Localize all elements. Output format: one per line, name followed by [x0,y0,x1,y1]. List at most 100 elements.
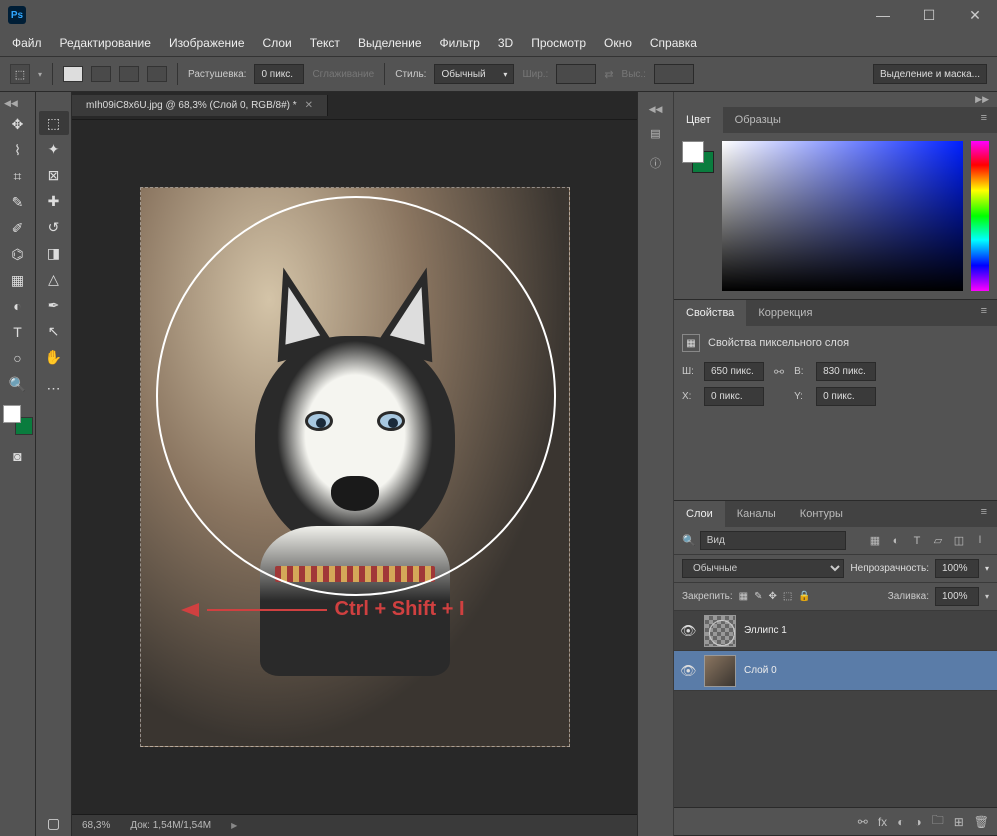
dots-tool-icon[interactable]: ⋯ [39,376,69,400]
opacity-input[interactable]: 100% [935,559,979,578]
layer-thumbnail[interactable] [704,615,736,647]
filter-shape-icon[interactable]: ▱ [929,532,947,550]
maximize-button[interactable]: ☐ [915,7,943,24]
selection-subtract-icon[interactable] [119,66,139,82]
color-panel-swatches[interactable] [682,141,714,173]
layers-panel-menu-icon[interactable]: ≡ [971,501,997,527]
menu-help[interactable]: Справка [642,32,705,54]
filter-smart-icon[interactable]: ◫ [950,532,968,550]
dodge-tool-icon[interactable]: ◐ [3,294,33,318]
hue-slider[interactable] [971,141,989,291]
menu-3d[interactable]: 3D [490,32,521,54]
history-panel-icon[interactable]: ▤ [642,119,670,147]
tab-close-icon[interactable]: ✕ [305,100,313,111]
canvas-viewport[interactable]: Ctrl + Shift + I [72,120,637,814]
menu-window[interactable]: Окно [596,32,640,54]
layer-name[interactable]: Эллипс 1 [744,625,787,636]
filter-adjust-icon[interactable]: ◐ [887,532,905,550]
link-layers-icon[interactable]: ⚯ [858,815,868,829]
info-panel-icon[interactable]: ⓘ [642,149,670,177]
color-swatches[interactable] [3,405,33,435]
layer-mask-icon[interactable]: ◐ [897,815,904,829]
quickmask-icon[interactable]: ◙ [3,444,33,468]
eyedropper-tool-icon[interactable]: ✎ [3,190,33,214]
history-brush-tool-icon[interactable]: ↺ [39,215,69,239]
visibility-icon[interactable]: 👁 [680,623,696,639]
type-tool-icon[interactable]: T [3,320,33,344]
visibility-icon[interactable]: 👁 [680,663,696,679]
layer-row[interactable]: 👁 Слой 0 [674,651,997,691]
link-wh-icon[interactable]: ⚯ [770,365,788,379]
layer-name[interactable]: Слой 0 [744,665,777,676]
filter-pixel-icon[interactable]: ▦ [866,532,884,550]
menu-type[interactable]: Текст [302,32,348,54]
collapse-right-icon[interactable]: ▶▶ [674,92,997,107]
new-fill-icon[interactable]: ◑ [914,815,921,829]
collapse-panel-icon[interactable]: ◀◀ [638,102,673,117]
lock-artboard-icon[interactable]: ⬚ [783,591,792,602]
eraser-tool-icon[interactable]: ◨ [39,241,69,265]
minimize-button[interactable]: — [869,7,897,24]
lock-icon[interactable]: 🔒 [798,591,810,602]
layer-fx-icon[interactable]: fx [878,815,887,829]
lock-all-icon[interactable]: ▦ [739,591,748,602]
panel-fg-swatch[interactable] [682,141,704,163]
brush-tool-icon[interactable]: ✐ [3,216,33,240]
filter-toggle-icon[interactable]: ⏽ [971,532,989,550]
menu-file[interactable]: Файл [4,32,50,54]
foreground-color-swatch[interactable] [3,405,21,423]
doc-size[interactable]: Док: 1,54M/1,54M [130,820,211,831]
tab-swatches[interactable]: Образцы [723,107,793,133]
tool-preset-icon[interactable]: ⬚ [10,64,30,84]
canvas[interactable]: Ctrl + Shift + I [140,187,570,747]
stamp-tool-icon[interactable]: ⌬ [3,242,33,266]
menu-edit[interactable]: Редактирование [52,32,159,54]
menu-select[interactable]: Выделение [350,32,430,54]
fill-input[interactable]: 100% [935,587,979,606]
select-and-mask-button[interactable]: Выделение и маска... [873,64,987,84]
collapse-tools-icon[interactable]: ◀◀ [0,96,35,111]
menu-layer[interactable]: Слои [255,32,300,54]
tab-properties[interactable]: Свойства [674,300,746,326]
layer-thumbnail[interactable] [704,655,736,687]
selection-intersect-icon[interactable] [147,66,167,82]
feather-input[interactable]: 0 пикс. [254,64,304,84]
x-prop-input[interactable]: 0 пикс. [704,387,764,406]
document-tab[interactable]: mIh09iC8x6U.jpg @ 68,3% (Слой 0, RGB/8#)… [72,95,328,116]
tab-layers[interactable]: Слои [674,501,725,527]
blend-mode-select[interactable]: Обычные [682,559,844,578]
frame-tool-icon[interactable]: ⊠ [39,163,69,187]
lock-position-icon[interactable]: ✥ [769,591,777,602]
new-group-icon[interactable]: 🗀 [932,811,944,832]
props-panel-menu-icon[interactable]: ≡ [971,300,997,326]
tab-paths[interactable]: Контуры [788,501,855,527]
lasso-tool-icon[interactable]: ⌇ [3,138,33,162]
zoom-level[interactable]: 68,3% [82,820,110,831]
filter-type-icon[interactable]: T [908,532,926,550]
layer-row[interactable]: 👁 Эллипс 1 [674,611,997,651]
style-select[interactable]: Обычный ▾ [434,64,514,84]
hand-tool-icon[interactable]: ✋ [39,345,69,369]
selection-new-icon[interactable] [63,66,83,82]
ellipse-shape-tool-icon[interactable]: ○ [3,346,33,370]
wand-tool-icon[interactable]: ✦ [39,137,69,161]
color-panel-menu-icon[interactable]: ≡ [971,107,997,133]
blur-tool-icon[interactable]: △ [39,267,69,291]
healing-tool-icon[interactable]: ✚ [39,189,69,213]
width-prop-input[interactable]: 650 пикс. [704,362,764,381]
y-prop-input[interactable]: 0 пикс. [816,387,876,406]
lock-pixels-icon[interactable]: ✎ [754,591,762,602]
crop-tool-icon[interactable]: ⌗ [3,164,33,188]
menu-image[interactable]: Изображение [161,32,253,54]
screenmode-icon[interactable]: ▢ [39,811,69,835]
tab-color[interactable]: Цвет [674,107,723,133]
menu-filter[interactable]: Фильтр [432,32,488,54]
menu-view[interactable]: Просмотр [523,32,594,54]
new-layer-icon[interactable]: ⊞ [954,815,964,829]
pen-tool-icon[interactable]: ✒ [39,293,69,317]
color-field[interactable] [722,141,963,291]
zoom-tool-icon[interactable]: 🔍 [3,372,33,396]
move-tool-icon[interactable]: ✥ [3,112,33,136]
layer-filter-select[interactable] [700,531,846,550]
tab-adjustments[interactable]: Коррекция [746,300,824,326]
